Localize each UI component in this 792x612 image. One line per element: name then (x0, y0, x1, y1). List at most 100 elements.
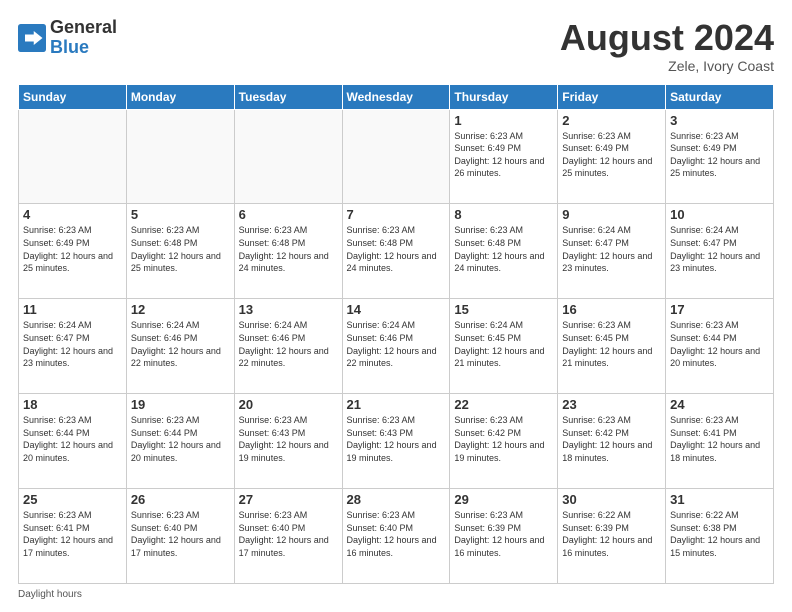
calendar-cell: 20 Sunrise: 6:23 AM Sunset: 6:43 PM Dayli… (234, 394, 342, 489)
day-info: Sunrise: 6:23 AM Sunset: 6:48 PM Dayligh… (454, 224, 553, 274)
calendar-cell: 14Sunrise: 6:24 AM Sunset: 6:46 PM Dayli… (342, 299, 450, 394)
day-number: 18 (23, 397, 122, 412)
day-info: Sunrise: 6:24 AM Sunset: 6:46 PM Dayligh… (131, 319, 230, 369)
day-info: Sunrise: 6:24 AM Sunset: 6:47 PM Dayligh… (562, 224, 661, 274)
calendar-cell: 10 Sunrise: 6:24 AM Sunset: 6:47 PM Dayli… (666, 204, 774, 299)
day-number: 21 (347, 397, 446, 412)
calendar-week-row: 4Sunrise: 6:23 AM Sunset: 6:49 PM Daylig… (19, 204, 774, 299)
day-info: Sunrise: 6:23 AM Sunset: 6:40 PM Dayligh… (239, 509, 338, 559)
calendar-day-header: Friday (558, 84, 666, 109)
day-info: Sunrise: 6:23 AM Sunset: 6:43 PM Dayligh… (347, 414, 446, 464)
calendar-cell (126, 109, 234, 204)
day-number: 6 (239, 207, 338, 222)
footer-note: Daylight hours (18, 589, 774, 600)
day-info: Sunrise: 6:23 AM Sunset: 6:45 PM Dayligh… (562, 319, 661, 369)
day-info: Sunrise: 6:23 AM Sunset: 6:49 PM Dayligh… (562, 130, 661, 180)
calendar-cell: 21 Sunrise: 6:23 AM Sunset: 6:43 PM Dayli… (342, 394, 450, 489)
header: General Blue August 2024 Zele, Ivory Coa… (18, 18, 774, 74)
calendar-cell: 5 Sunrise: 6:23 AM Sunset: 6:48 PM Daylig… (126, 204, 234, 299)
day-info: Sunrise: 6:23 AM Sunset: 6:41 PM Dayligh… (670, 414, 769, 464)
day-number: 2 (562, 113, 661, 128)
calendar-day-header: Wednesday (342, 84, 450, 109)
day-info: Sunrise: 6:23 AM Sunset: 6:49 PM Dayligh… (670, 130, 769, 180)
calendar-cell: 25Sunrise: 6:23 AM Sunset: 6:41 PM Dayli… (19, 489, 127, 584)
day-info: Sunrise: 6:23 AM Sunset: 6:42 PM Dayligh… (562, 414, 661, 464)
day-number: 1 (454, 113, 553, 128)
day-number: 12 (131, 302, 230, 317)
day-number: 29 (454, 492, 553, 507)
calendar-cell: 12 Sunrise: 6:24 AM Sunset: 6:46 PM Dayli… (126, 299, 234, 394)
logo-text: General Blue (50, 18, 117, 58)
day-number: 26 (131, 492, 230, 507)
calendar-cell: 8 Sunrise: 6:23 AM Sunset: 6:48 PM Daylig… (450, 204, 558, 299)
day-info: Sunrise: 6:23 AM Sunset: 6:43 PM Dayligh… (239, 414, 338, 464)
title-block: August 2024 Zele, Ivory Coast (560, 18, 774, 74)
calendar-cell: 27 Sunrise: 6:23 AM Sunset: 6:40 PM Dayli… (234, 489, 342, 584)
location: Zele, Ivory Coast (560, 58, 774, 74)
calendar-cell: 1Sunrise: 6:23 AM Sunset: 6:49 PM Daylig… (450, 109, 558, 204)
calendar-cell: 2 Sunrise: 6:23 AM Sunset: 6:49 PM Daylig… (558, 109, 666, 204)
day-number: 30 (562, 492, 661, 507)
calendar-cell: 31Sunrise: 6:22 AM Sunset: 6:38 PM Dayli… (666, 489, 774, 584)
calendar-cell: 26 Sunrise: 6:23 AM Sunset: 6:40 PM Dayli… (126, 489, 234, 584)
day-info: Sunrise: 6:23 AM Sunset: 6:44 PM Dayligh… (131, 414, 230, 464)
calendar-cell: 28 Sunrise: 6:23 AM Sunset: 6:40 PM Dayli… (342, 489, 450, 584)
day-info: Sunrise: 6:23 AM Sunset: 6:49 PM Dayligh… (23, 224, 122, 274)
day-info: Sunrise: 6:23 AM Sunset: 6:42 PM Dayligh… (454, 414, 553, 464)
calendar-week-row: 18 Sunrise: 6:23 AM Sunset: 6:44 PM Dayli… (19, 394, 774, 489)
calendar-cell (342, 109, 450, 204)
day-number: 20 (239, 397, 338, 412)
calendar-day-header: Saturday (666, 84, 774, 109)
day-number: 22 (454, 397, 553, 412)
day-info: Sunrise: 6:24 AM Sunset: 6:46 PM Dayligh… (347, 319, 446, 369)
calendar-cell: 18 Sunrise: 6:23 AM Sunset: 6:44 PM Dayli… (19, 394, 127, 489)
calendar-day-header: Monday (126, 84, 234, 109)
day-number: 19 (131, 397, 230, 412)
day-info: Sunrise: 6:23 AM Sunset: 6:48 PM Dayligh… (131, 224, 230, 274)
day-info: Sunrise: 6:22 AM Sunset: 6:39 PM Dayligh… (562, 509, 661, 559)
calendar-week-row: 1 Sunrise: 6:23 AM Sunset: 6:49 PM Daylig… (19, 109, 774, 204)
calendar-cell: 17Sunrise: 6:23 AM Sunset: 6:44 PM Dayli… (666, 299, 774, 394)
day-number: 7 (347, 207, 446, 222)
day-info: Sunrise: 6:23 AM Sunset: 6:40 PM Dayligh… (131, 509, 230, 559)
calendar-cell: 23Sunrise: 6:23 AM Sunset: 6:42 PM Dayli… (558, 394, 666, 489)
calendar-cell: 24Sunrise: 6:23 AM Sunset: 6:41 PM Dayli… (666, 394, 774, 489)
calendar-table: SundayMondayTuesdayWednesdayThursdayFrid… (18, 84, 774, 584)
calendar-cell: 22 Sunrise: 6:23 AM Sunset: 6:42 PM Dayli… (450, 394, 558, 489)
calendar-cell (234, 109, 342, 204)
calendar-day-header: Sunday (19, 84, 127, 109)
day-number: 13 (239, 302, 338, 317)
calendar-cell: 16Sunrise: 6:23 AM Sunset: 6:45 PM Dayli… (558, 299, 666, 394)
calendar-cell: 19 Sunrise: 6:23 AM Sunset: 6:44 PM Dayli… (126, 394, 234, 489)
calendar-cell: 29Sunrise: 6:23 AM Sunset: 6:39 PM Dayli… (450, 489, 558, 584)
day-number: 27 (239, 492, 338, 507)
calendar-day-header: Tuesday (234, 84, 342, 109)
calendar-cell: 30 Sunrise: 6:22 AM Sunset: 6:39 PM Dayli… (558, 489, 666, 584)
calendar-cell: 11Sunrise: 6:24 AM Sunset: 6:47 PM Dayli… (19, 299, 127, 394)
calendar-cell: 3 Sunrise: 6:23 AM Sunset: 6:49 PM Daylig… (666, 109, 774, 204)
calendar-cell: 15 Sunrise: 6:24 AM Sunset: 6:45 PM Dayli… (450, 299, 558, 394)
calendar-cell (19, 109, 127, 204)
day-number: 3 (670, 113, 769, 128)
day-number: 17 (670, 302, 769, 317)
day-info: Sunrise: 6:23 AM Sunset: 6:48 PM Dayligh… (347, 224, 446, 274)
day-number: 9 (562, 207, 661, 222)
calendar-header-row: SundayMondayTuesdayWednesdayThursdayFrid… (19, 84, 774, 109)
calendar-week-row: 25Sunrise: 6:23 AM Sunset: 6:41 PM Dayli… (19, 489, 774, 584)
day-number: 28 (347, 492, 446, 507)
day-number: 25 (23, 492, 122, 507)
day-number: 8 (454, 207, 553, 222)
day-number: 5 (131, 207, 230, 222)
month-title: August 2024 (560, 18, 774, 58)
day-number: 31 (670, 492, 769, 507)
day-info: Sunrise: 6:23 AM Sunset: 6:44 PM Dayligh… (23, 414, 122, 464)
day-info: Sunrise: 6:24 AM Sunset: 6:47 PM Dayligh… (23, 319, 122, 369)
day-info: Sunrise: 6:24 AM Sunset: 6:47 PM Dayligh… (670, 224, 769, 274)
day-info: Sunrise: 6:24 AM Sunset: 6:45 PM Dayligh… (454, 319, 553, 369)
day-info: Sunrise: 6:24 AM Sunset: 6:46 PM Dayligh… (239, 319, 338, 369)
day-info: Sunrise: 6:23 AM Sunset: 6:40 PM Dayligh… (347, 509, 446, 559)
day-number: 10 (670, 207, 769, 222)
page: General Blue August 2024 Zele, Ivory Coa… (0, 0, 792, 612)
day-number: 15 (454, 302, 553, 317)
calendar-cell: 9 Sunrise: 6:24 AM Sunset: 6:47 PM Daylig… (558, 204, 666, 299)
